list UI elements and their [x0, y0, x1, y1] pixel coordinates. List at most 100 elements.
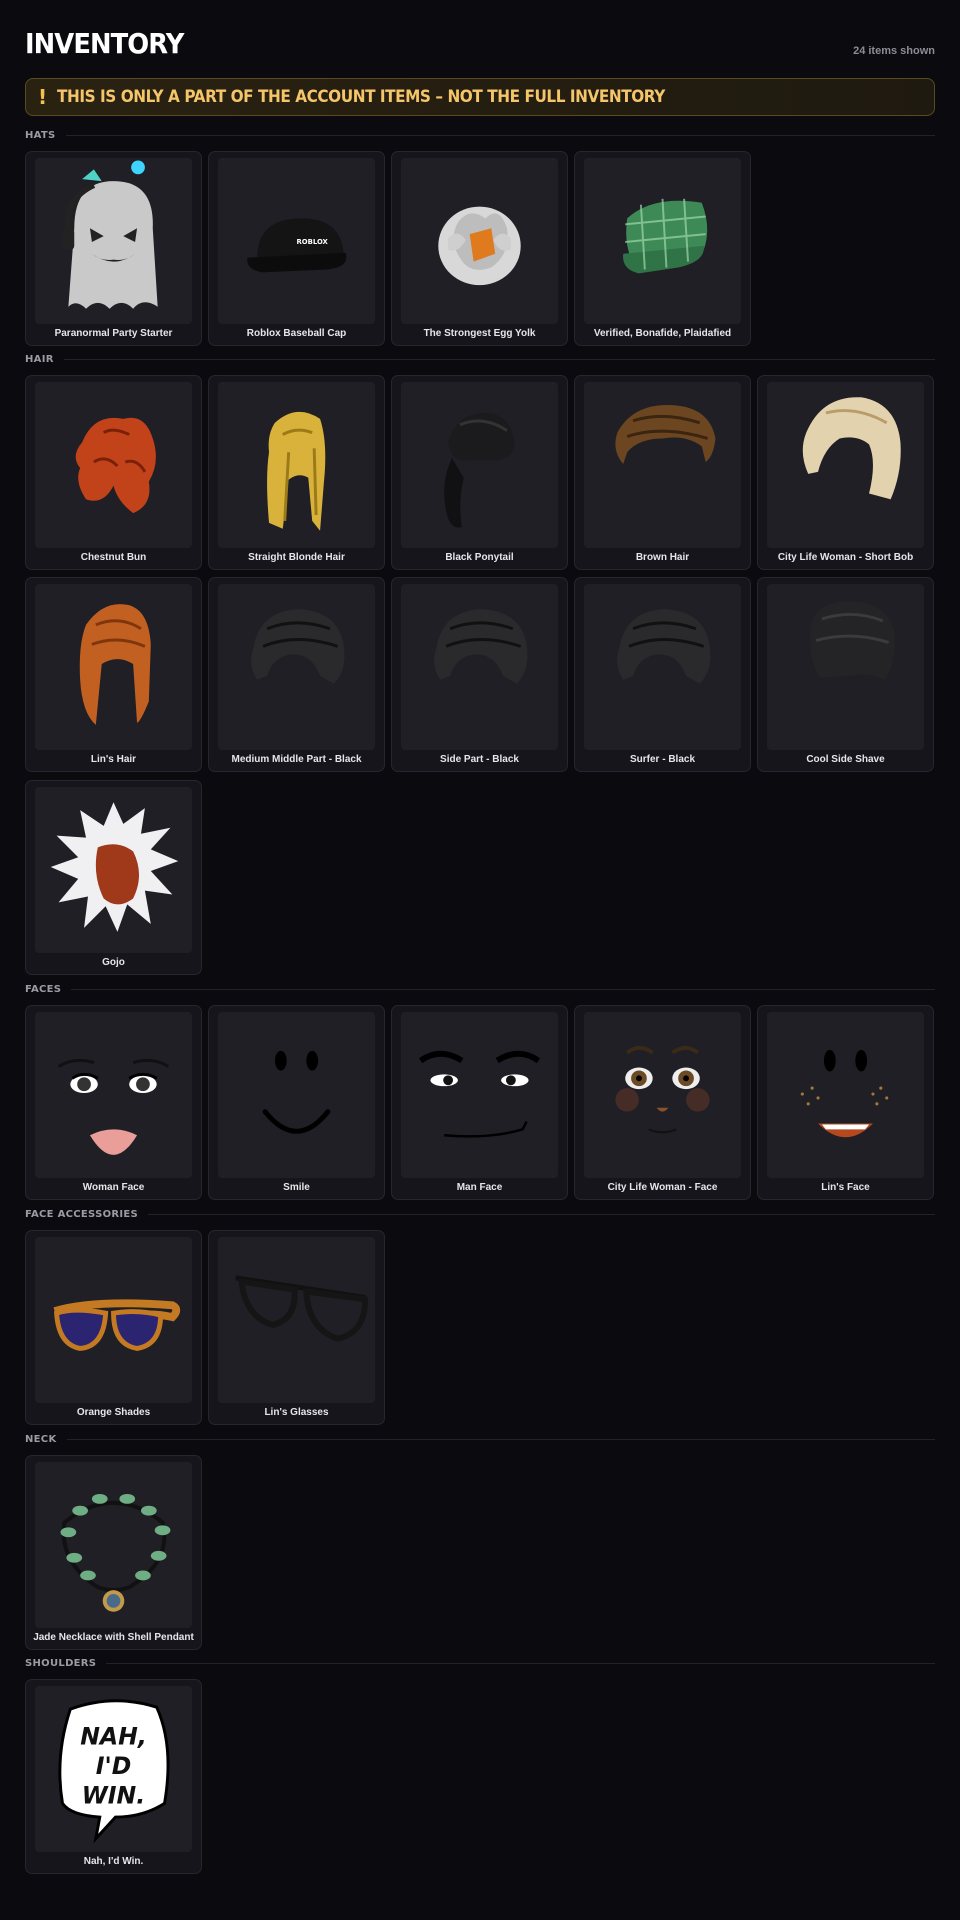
- item-name: Side Part - Black: [440, 754, 519, 765]
- item-name: Smile: [283, 1182, 310, 1193]
- item-card[interactable]: Cool Side Shave: [757, 577, 934, 772]
- inventory-page: INVENTORY 24 items shown ! THIS IS ONLY …: [25, 0, 935, 1874]
- item-name: City Life Woman - Short Bob: [777, 552, 914, 563]
- item-card[interactable]: ROBLOX Roblox Baseball Cap: [208, 151, 385, 346]
- svg-text:NAH,: NAH,: [80, 1722, 147, 1750]
- item-name: Cool Side Shave: [806, 754, 885, 765]
- item-name: Jade Necklace with Shell Pendant: [33, 1632, 194, 1643]
- spiky-hair-icon: [50, 802, 179, 932]
- cap-icon: ROBLOX: [247, 218, 347, 273]
- section-title: HATS: [25, 129, 56, 141]
- svg-text:WIN.: WIN.: [82, 1781, 145, 1809]
- black-hair-icon: [617, 609, 711, 684]
- smile-face-icon: [262, 1050, 331, 1134]
- city-face-icon: [615, 1045, 710, 1134]
- item-card[interactable]: Lin's Hair: [25, 577, 202, 772]
- item-name: Straight Blonde Hair: [248, 552, 345, 563]
- item-thumbnail: [584, 1012, 741, 1178]
- item-name: Chestnut Bun: [80, 552, 147, 563]
- item-card[interactable]: Smile: [208, 1005, 385, 1200]
- item-thumbnail: [218, 1012, 375, 1178]
- warning-banner: ! THIS IS ONLY A PART OF THE ACCOUNT ITE…: [25, 78, 935, 116]
- item-card[interactable]: Side Part - Black: [391, 577, 568, 772]
- item-card[interactable]: Black Ponytail: [391, 375, 568, 570]
- item-card[interactable]: The Strongest Egg Yolk: [391, 151, 568, 346]
- header: INVENTORY 24 items shown: [25, 0, 935, 78]
- section-title: SHOULDERS: [25, 1657, 97, 1669]
- svg-text:ROBLOX: ROBLOX: [297, 238, 329, 246]
- item-card[interactable]: NAH, I'D WIN. Nah, I'd Win.: [25, 1679, 202, 1874]
- item-card[interactable]: Straight Blonde Hair: [208, 375, 385, 570]
- item-name: Roblox Baseball Cap: [246, 328, 347, 339]
- item-name: Black Ponytail: [445, 552, 514, 563]
- necklace-icon: [60, 1493, 171, 1612]
- item-card[interactable]: City Life Woman - Short Bob: [757, 375, 934, 570]
- hair-bun-icon: [75, 417, 156, 514]
- bob-hair-icon: [802, 397, 901, 500]
- speech-bubble-icon: NAH,I'DWIN.: [58, 1699, 170, 1844]
- section-title: NECK: [25, 1433, 57, 1445]
- warning-text: THIS IS ONLY A PART OF THE ACCOUNT ITEMS…: [57, 87, 666, 107]
- section-header-hats: HATS: [25, 128, 935, 142]
- items-count: 24 items shown: [853, 45, 935, 57]
- brown-hair-icon: [615, 405, 716, 465]
- section-title: FACE ACCESSORIES: [25, 1208, 139, 1220]
- item-thumbnail: [218, 382, 375, 548]
- item-name: Nah, I'd Win.: [83, 1856, 144, 1867]
- ponytail-icon: [444, 412, 515, 528]
- item-name: Lin's Face: [821, 1182, 870, 1193]
- item-thumbnail: [584, 158, 741, 324]
- item-name: Verified, Bonafide, Plaidafied: [593, 328, 732, 339]
- long-hair-icon: [79, 604, 151, 725]
- woman-face-icon: [57, 1058, 170, 1155]
- item-thumbnail: ROBLOX: [218, 158, 375, 324]
- item-thumbnail: [767, 382, 924, 548]
- item-thumbnail: [218, 1237, 375, 1403]
- item-card[interactable]: City Life Woman - Face: [574, 1005, 751, 1200]
- item-thumbnail: [35, 158, 192, 324]
- item-name: Paranormal Party Starter: [54, 328, 173, 339]
- shave-hair-icon: [809, 601, 895, 680]
- section-title: FACES: [25, 983, 62, 995]
- item-name: Brown Hair: [635, 552, 690, 563]
- item-thumbnail: [401, 382, 558, 548]
- item-card[interactable]: Paranormal Party Starter: [25, 151, 202, 346]
- item-card[interactable]: Gojo: [25, 780, 202, 975]
- item-thumbnail: [584, 584, 741, 750]
- item-name: Lin's Glasses: [264, 1407, 329, 1418]
- item-thumbnail: [35, 1012, 192, 1178]
- item-thumbnail: [35, 584, 192, 750]
- item-card[interactable]: Lin's Face: [757, 1005, 934, 1200]
- item-card[interactable]: Brown Hair: [574, 375, 751, 570]
- item-card[interactable]: Verified, Bonafide, Plaidafied: [574, 151, 751, 346]
- item-name: Lin's Hair: [90, 754, 137, 765]
- item-card[interactable]: Man Face: [391, 1005, 568, 1200]
- item-card[interactable]: Chestnut Bun: [25, 375, 202, 570]
- lin-face-icon: [800, 1049, 889, 1138]
- sunglasses-icon: [53, 1299, 181, 1351]
- item-card[interactable]: Orange Shades: [25, 1230, 202, 1425]
- item-name: Surfer - Black: [629, 754, 696, 765]
- section-header-neck: NECK: [25, 1432, 935, 1446]
- plaid-cap-icon: [623, 198, 708, 274]
- item-card[interactable]: Jade Necklace with Shell Pendant: [25, 1455, 202, 1650]
- item-card[interactable]: Medium Middle Part - Black: [208, 577, 385, 772]
- section-header-shoulders: SHOULDERS: [25, 1656, 935, 1670]
- item-thumbnail: [401, 1012, 558, 1178]
- item-name: Man Face: [456, 1182, 503, 1193]
- section-header-hair: HAIR: [25, 352, 935, 366]
- black-hair-icon: [434, 609, 528, 684]
- item-name: Orange Shades: [76, 1407, 151, 1418]
- ghost-hat-icon: [62, 160, 158, 309]
- item-thumbnail: [35, 787, 192, 953]
- item-card[interactable]: Lin's Glasses: [208, 1230, 385, 1425]
- item-name: City Life Woman - Face: [607, 1182, 718, 1193]
- item-name: The Strongest Egg Yolk: [423, 328, 536, 339]
- exclamation-icon: !: [38, 85, 48, 109]
- item-card[interactable]: Surfer - Black: [574, 577, 751, 772]
- black-hair-icon: [251, 609, 345, 684]
- glasses-icon: [235, 1275, 369, 1342]
- item-card[interactable]: Woman Face: [25, 1005, 202, 1200]
- item-thumbnail: [767, 1012, 924, 1178]
- item-thumbnail: [218, 584, 375, 750]
